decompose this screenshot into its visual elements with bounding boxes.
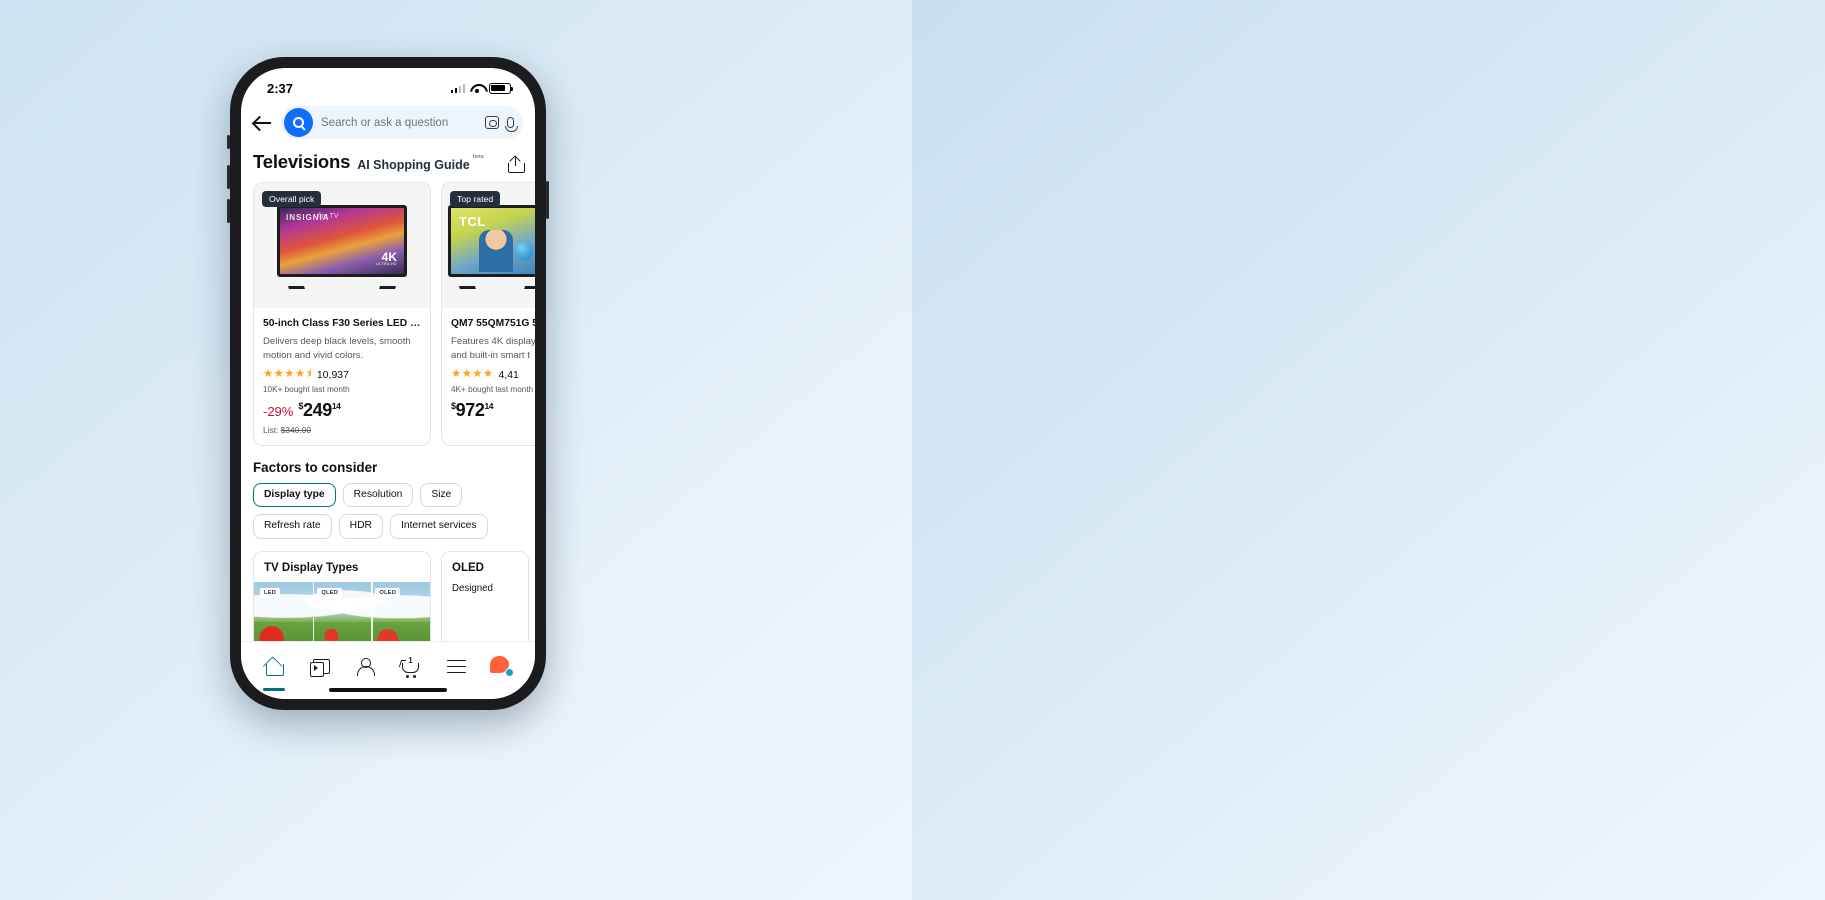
side-panel-heading: OLED [452,562,484,575]
product-price: $97214 [451,399,494,420]
side-panel-description: Designed [452,583,493,595]
hamburger-menu-icon [446,659,466,674]
product-image: Overall pick INSIGNIA fire TV 4K ULTRA H… [254,183,430,308]
cellular-signal-icon [450,83,465,93]
factor-chip-display-type[interactable]: Display type [253,482,336,508]
page-title: Televisions [253,151,351,172]
nav-menu-button[interactable] [441,652,471,682]
search-icon[interactable] [284,108,313,137]
nav-account-button[interactable] [350,652,380,682]
tv-brand-label: TCL [459,213,486,229]
wifi-icon [470,83,484,94]
product-card[interactable]: Overall pick INSIGNIA fire TV 4K ULTRA H… [253,182,431,446]
home-icon [264,658,284,676]
phone-screen-1: 2:37 Search or ask a question Television… [241,68,535,699]
tv-stand [277,277,407,287]
tv-illustration: INSIGNIA fire TV 4K ULTRA HD [277,204,407,287]
price-row: $97214 [451,400,535,421]
rufus-assistant-icon [490,655,515,678]
product-title[interactable]: QM7 55QM751G 5 [451,317,535,330]
review-count: 10,937 [316,368,349,381]
nav-rufus-button[interactable] [487,652,517,682]
tv-stand [448,277,535,287]
product-price: $24914 [298,399,341,420]
product-badge: Overall pick [262,191,322,207]
product-rating[interactable]: ★★★★ 4,41 [451,367,535,381]
image-tag-qled: QLED [317,588,343,599]
camera-lens-icon[interactable] [485,116,499,129]
beta-label: beta [472,154,484,160]
phone-mockup-1: 2:37 Search or ask a question Television… [227,57,549,710]
product-description: Delivers deep black levels, smooth motio… [263,336,411,361]
product-card-list: Overall pick INSIGNIA fire TV 4K ULTRA H… [241,182,535,446]
nav-cart-button[interactable]: 1 [396,652,426,682]
cart-icon: 1 [399,656,421,678]
media-stack-icon [309,658,331,677]
image-tag-oled: OLED [375,588,401,599]
star-rating-icon: ★★★★⯨ [263,367,312,380]
screenshot-stage: 2:37 Search or ask a question Television… [0,0,1825,900]
right-panel: 2:37 Search or ask a question [912,0,1825,900]
status-bar: 2:37 [241,68,535,102]
search-row: Search or ask a question [241,102,535,149]
tv-brand-secondary: fire TV [318,212,339,220]
status-indicators [450,82,514,94]
battery-icon [489,82,514,94]
image-tag-led: LED [260,588,281,599]
factor-chip-list-1: Display type Resolution Size Refresh rat… [241,482,535,540]
home-indicator [329,688,447,692]
nav-stack-button[interactable] [304,652,334,682]
back-arrow-icon[interactable] [253,113,272,132]
tv-content-figure [479,229,513,272]
display-type-title: TV Display Types [264,562,359,575]
review-count: 4,41 [498,368,519,381]
page-header: Televisions AI Shopping Guide beta [241,149,535,182]
tv-resolution-badge: 4K ULTRA HD [376,249,397,266]
list-price: List: $340.00 [263,424,311,435]
factor-chip-internet-services[interactable]: Internet services [389,514,488,540]
tv-illustration: TCL [448,204,535,287]
product-rating[interactable]: ★★★★⯨ 10,937 [263,367,421,381]
left-panel: 2:37 Search or ask a question Television… [0,0,912,900]
product-card[interactable]: Top rated TCL QM7 55QM751G 5 Features 4K… [441,182,535,446]
factor-chip-resolution[interactable]: Resolution [342,482,414,508]
factor-chip-size[interactable]: Size [420,482,463,508]
status-time: 2:37 [267,80,294,96]
factor-chip-refresh-rate[interactable]: Refresh rate [253,514,332,540]
search-input[interactable]: Search or ask a question [281,106,523,139]
product-info: 50-inch Class F30 Series LED 4K... Deliv… [254,308,430,445]
discount-percent: -29% [263,403,294,419]
product-image: Top rated TCL [442,183,535,308]
microphone-icon[interactable] [504,117,518,132]
tv-content-ball [515,241,533,260]
volume-down-button[interactable] [227,199,230,223]
share-icon[interactable] [508,154,525,173]
volume-up-button[interactable] [227,165,230,189]
mute-switch[interactable] [227,135,230,149]
bought-last-month: 4K+ bought last month [451,384,534,394]
product-badge: Top rated [450,191,501,207]
power-button[interactable] [546,181,549,219]
price-row: -29% $24914 [263,400,421,421]
person-icon [357,657,376,676]
factors-heading: Factors to consider [253,459,378,475]
tv-screen: TCL [448,204,535,277]
tv-screen: INSIGNIA fire TV 4K ULTRA HD [277,204,407,277]
page-content-1: Televisions AI Shopping Guide beta Overa… [241,149,535,679]
product-info: QM7 55QM751G 5 Features 4K display and b… [442,308,535,431]
star-rating-icon: ★★★★ [451,367,494,380]
factor-chip-hdr[interactable]: HDR [338,514,383,540]
search-placeholder: Search or ask a question [321,116,449,129]
active-indicator [262,687,285,691]
bought-last-month: 10K+ bought last month [263,384,350,394]
page-subtitle: AI Shopping Guide beta [357,154,484,172]
product-description: Features 4K display and built-in smart t [451,336,535,361]
nav-home-button[interactable] [259,652,289,691]
product-title[interactable]: 50-inch Class F30 Series LED 4K... [263,317,421,330]
